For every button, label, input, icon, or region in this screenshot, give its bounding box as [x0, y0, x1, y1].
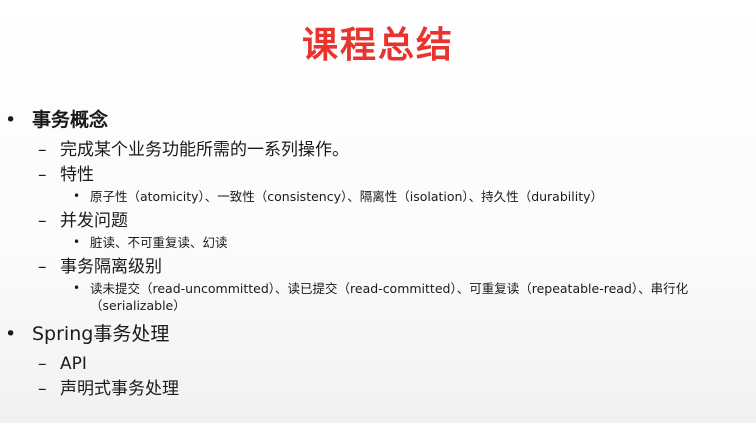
- list-item-concurrency: – 并发问题: [0, 209, 756, 234]
- section-heading: 事务概念: [32, 109, 109, 131]
- dash-icon: –: [38, 354, 47, 374]
- list-item-declarative: – 声明式事务处理: [0, 377, 756, 402]
- dash-icon: –: [38, 140, 47, 160]
- dash-icon: –: [38, 379, 47, 399]
- list-item-isolation-levels: – 事务隔离级别: [0, 255, 756, 280]
- section-heading: Spring事务处理: [32, 323, 170, 345]
- sub-item-levels: • 读未提交（read-uncommitted）、读已提交（read-commi…: [0, 280, 756, 314]
- sub-item-read-problems: • 脏读、不可重复读、幻读: [0, 234, 756, 251]
- dash-icon: –: [38, 211, 47, 231]
- list-item-text: 声明式事务处理: [60, 379, 179, 399]
- list-item-api: – API: [0, 352, 756, 377]
- slide-content: • 事务概念 – 完成某个业务功能所需的一系列操作。 – 特性 • 原子性（at…: [0, 106, 756, 402]
- list-item-text: 并发问题: [60, 211, 128, 231]
- list-item-properties: – 特性: [0, 163, 756, 188]
- list-item-text: 完成某个业务功能所需的一系列操作。: [60, 140, 349, 160]
- dot-icon: •: [73, 189, 81, 203]
- bullet-icon: •: [5, 109, 17, 131]
- sub-item-text: 脏读、不可重复读、幻读: [90, 235, 228, 250]
- dot-icon: •: [73, 235, 81, 249]
- list-item-text: 特性: [60, 165, 94, 185]
- list-item-text: 事务隔离级别: [60, 257, 162, 277]
- slide-title: 课程总结: [301, 25, 454, 66]
- dash-icon: –: [38, 257, 47, 277]
- dash-icon: –: [38, 165, 47, 185]
- sub-item-text: 原子性（atomicity）、一致性（consistency）、隔离性（isol…: [90, 189, 603, 204]
- section-spring-transactions: • Spring事务处理: [0, 320, 756, 348]
- list-item-text: API: [60, 354, 87, 374]
- bullet-icon: •: [5, 323, 17, 345]
- sub-item-text: 读未提交（read-uncommitted）、读已提交（read-committ…: [90, 281, 689, 313]
- section-transaction-concept: • 事务概念: [0, 106, 756, 134]
- dot-icon: •: [73, 281, 81, 295]
- list-item-definition: – 完成某个业务功能所需的一系列操作。: [0, 138, 756, 163]
- sub-item-acid: • 原子性（atomicity）、一致性（consistency）、隔离性（is…: [0, 188, 756, 205]
- slide: 课程总结 • 事务概念 – 完成某个业务功能所需的一系列操作。 – 特性 • 原…: [0, 0, 756, 423]
